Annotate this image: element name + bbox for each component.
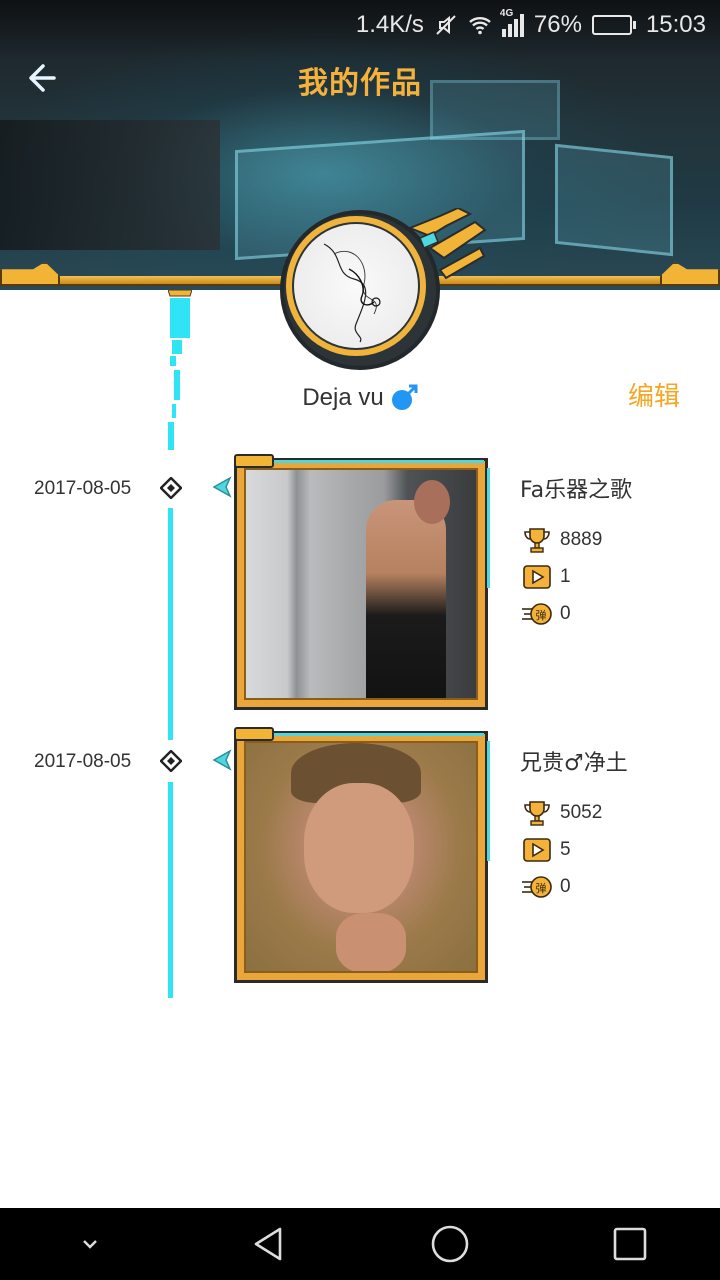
timeline-node-icon [160, 750, 182, 772]
play-stat: 1 [522, 563, 571, 591]
work-thumbnail[interactable] [234, 454, 490, 712]
danmaku-stat: 弹 0 [522, 600, 571, 628]
home-button[interactable] [420, 1214, 480, 1274]
trophy-stat: 5052 [522, 799, 602, 827]
male-icon [391, 384, 418, 410]
play-icon [523, 565, 551, 589]
avatar-frame-decoration [407, 208, 487, 280]
battery-percent: 76% [533, 11, 582, 38]
collapse-icon [83, 1240, 97, 1249]
back-triangle-icon [254, 1227, 282, 1261]
page-title: 我的作品 [298, 66, 422, 101]
mute-icon [436, 15, 456, 35]
wifi-icon [469, 17, 491, 35]
nav-back-button[interactable] [240, 1214, 300, 1274]
trophy-icon [524, 801, 550, 826]
home-circle-icon [431, 1225, 469, 1263]
play-stat: 5 [522, 836, 571, 864]
work-date: 2017-08-05 [34, 478, 132, 499]
trophy-count: 8889 [560, 529, 603, 550]
avatar[interactable] [280, 208, 487, 370]
collapse-button[interactable] [60, 1214, 120, 1274]
timeline-node-icon [160, 477, 182, 499]
card-pointer-icon [212, 476, 232, 498]
svg-text:弹: 弹 [536, 608, 547, 622]
recents-button[interactable] [600, 1214, 660, 1274]
network-type: 4G [499, 7, 514, 19]
card-pointer-icon [212, 749, 232, 771]
play-icon [523, 838, 551, 862]
work-thumbnail[interactable] [234, 727, 490, 985]
work-card[interactable]: Fa乐器之歌 8889 1 弹 0 [212, 454, 702, 714]
signal-icon: 4G [500, 8, 524, 37]
recents-square-icon [613, 1227, 647, 1261]
trophy-icon [524, 528, 550, 553]
trophy-count: 5052 [560, 802, 603, 823]
battery-icon [591, 15, 636, 35]
username: Deja vu [302, 384, 384, 411]
play-count: 5 [560, 839, 571, 860]
edit-button[interactable]: 编辑 [628, 376, 680, 413]
work-image [246, 470, 476, 698]
danmaku-count: 0 [560, 603, 571, 624]
status-bar: 1.4K/s 4G 76% 15:03 [356, 8, 706, 42]
trophy-stat: 8889 [522, 526, 602, 554]
danmaku-stat: 弹 0 [522, 873, 571, 901]
play-count: 1 [560, 566, 571, 587]
network-speed: 1.4K/s [355, 11, 424, 38]
danmaku-count: 0 [560, 876, 571, 897]
timeline-line [168, 508, 173, 740]
svg-text:弹: 弹 [536, 881, 547, 895]
username-row: Deja vu [0, 384, 720, 412]
system-nav-bar [0, 1208, 720, 1280]
danmaku-icon: 弹 [522, 603, 552, 625]
clock: 15:03 [645, 11, 706, 38]
danmaku-icon: 弹 [522, 876, 552, 898]
work-date: 2017-08-05 [34, 751, 132, 772]
work-title[interactable]: 兄贵♂净土 [520, 745, 628, 777]
work-image [246, 743, 476, 971]
timeline-top-decoration [168, 290, 192, 450]
timeline-line [168, 782, 173, 998]
work-title[interactable]: Fa乐器之歌 [520, 472, 632, 504]
work-card[interactable]: 兄贵♂净土 5052 5 弹 0 [212, 727, 702, 987]
